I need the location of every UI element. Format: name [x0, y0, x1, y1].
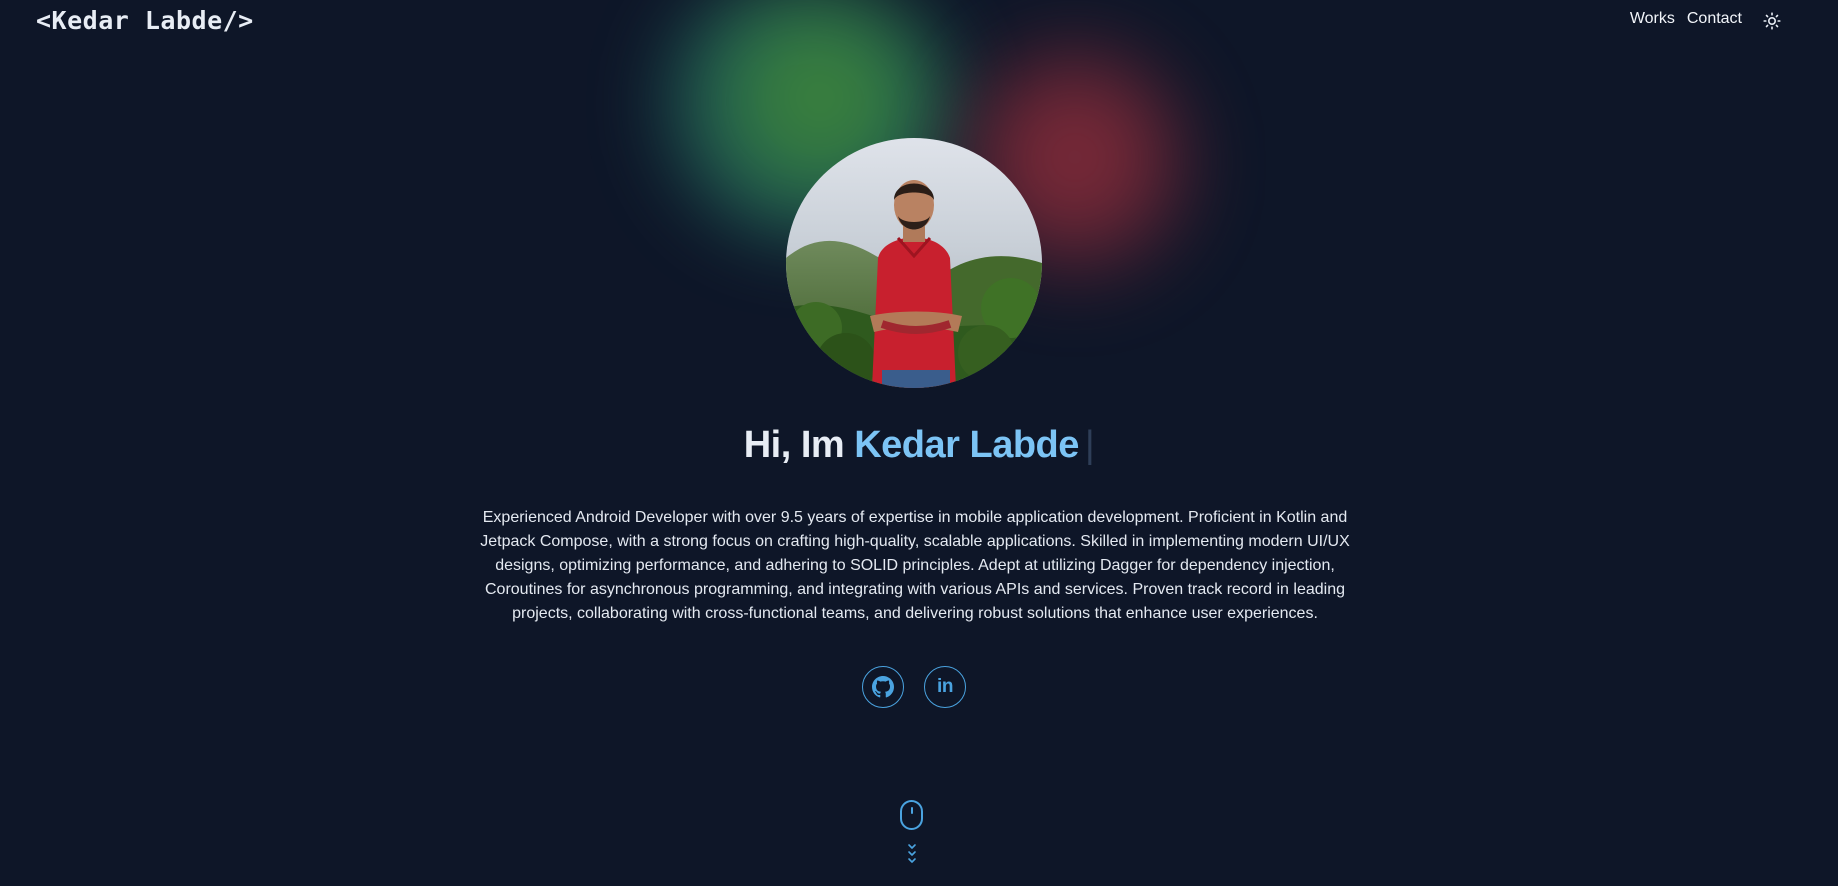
mouse-icon[interactable]	[900, 800, 923, 830]
hero-name: Kedar Labde	[854, 424, 1079, 466]
theme-toggle-button[interactable]	[1763, 12, 1781, 30]
portfolio-page: <Kedar Labde/> Works Contact Hi, Im Keda…	[0, 0, 1838, 886]
linkedin-link-button[interactable]: in	[924, 666, 966, 708]
top-nav: Works Contact	[1630, 10, 1742, 28]
nav-works-link[interactable]: Works	[1630, 10, 1675, 28]
profile-avatar	[786, 138, 1042, 388]
github-link-button[interactable]	[862, 666, 904, 708]
profile-photo-illustration	[786, 138, 1042, 388]
site-logo[interactable]: <Kedar Labde/>	[36, 6, 254, 35]
scroll-down-chevrons-icon	[908, 844, 916, 863]
hero-bio: Experienced Android Developer with over …	[480, 509, 1350, 622]
typing-cursor: |	[1084, 424, 1095, 466]
greeting-text: Hi, Im	[743, 424, 845, 466]
hero-headline: Hi, Im Kedar Labde |	[0, 424, 1838, 467]
linkedin-icon: in	[937, 676, 953, 697]
github-icon	[872, 676, 894, 698]
sun-icon	[1763, 12, 1781, 30]
nav-contact-link[interactable]: Contact	[1687, 10, 1742, 28]
